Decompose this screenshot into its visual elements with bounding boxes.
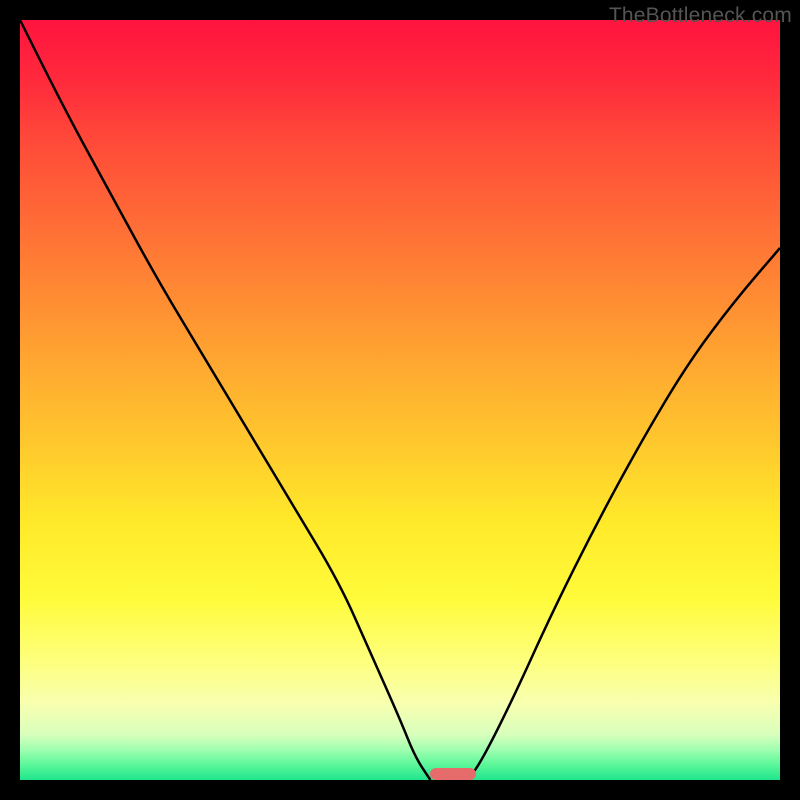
- bottleneck-curve: [20, 20, 780, 780]
- left-curve-path: [20, 20, 430, 780]
- right-curve-path: [468, 248, 780, 780]
- chart-frame: TheBottleneck.com: [0, 0, 800, 800]
- optimal-marker: [430, 768, 476, 780]
- watermark-text: TheBottleneck.com: [609, 4, 792, 28]
- plot-area: [20, 20, 780, 780]
